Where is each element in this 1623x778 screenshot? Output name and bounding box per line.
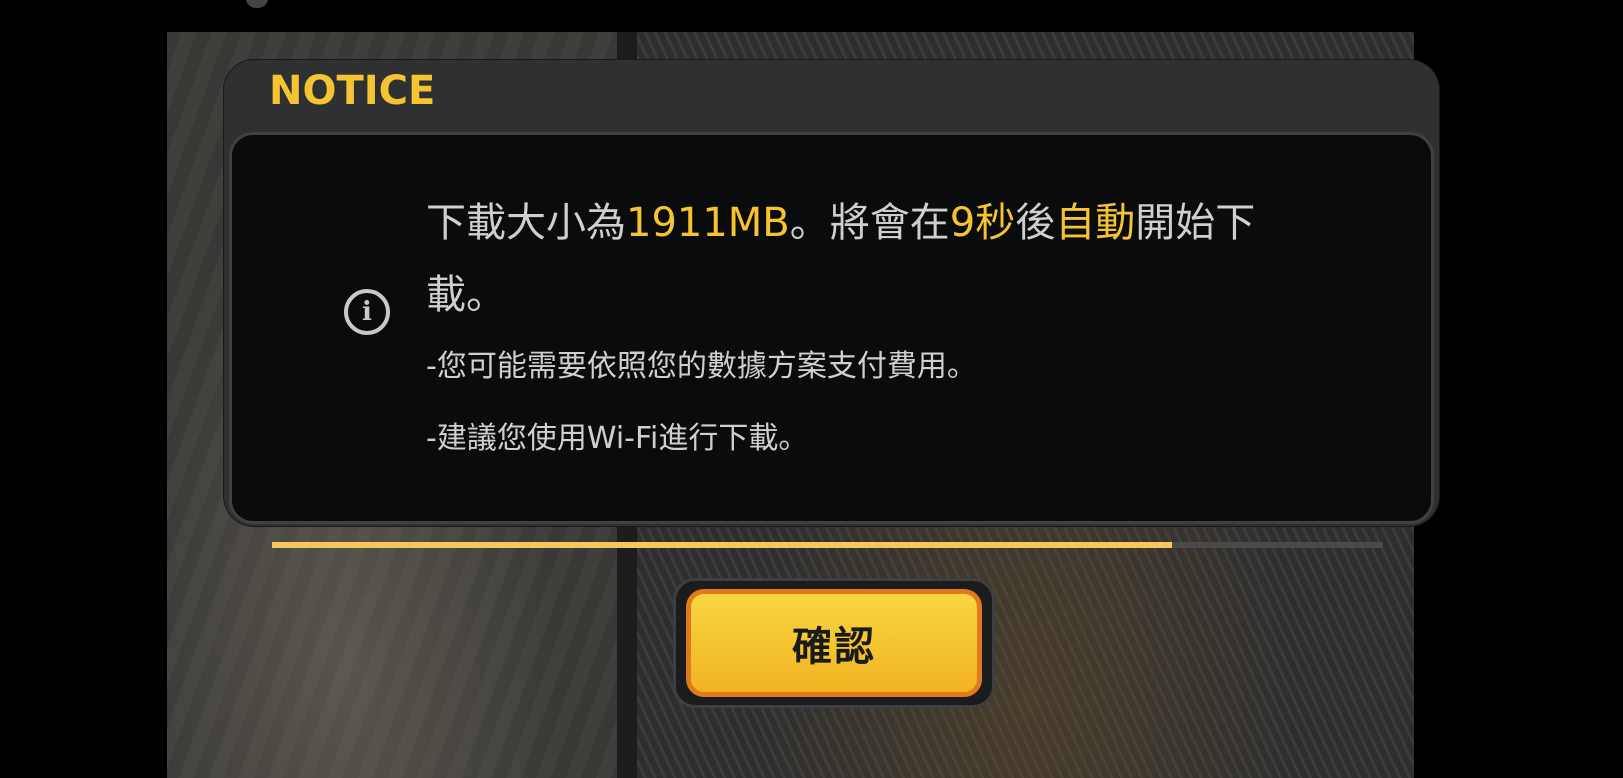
notice-dialog: NOTICE i 下載大小為1911MB。將會在9秒後自動開始下載。 -您可能需… bbox=[224, 60, 1439, 526]
message-text: 後 bbox=[1015, 200, 1056, 246]
auto-keyword: 自動 bbox=[1055, 200, 1136, 246]
download-size: 1911MB bbox=[626, 200, 790, 246]
countdown-progress-fill bbox=[272, 542, 1172, 548]
dialog-body: i 下載大小為1911MB。將會在9秒後自動開始下載。 -您可能需要依照您的數據… bbox=[229, 132, 1434, 524]
dialog-title: NOTICE bbox=[269, 68, 436, 114]
game-screen: NOTICE i 下載大小為1911MB。將會在9秒後自動開始下載。 -您可能需… bbox=[0, 0, 1623, 778]
status-indicator bbox=[246, 0, 268, 8]
info-icon: i bbox=[344, 289, 390, 335]
wifi-note: -建議您使用Wi-Fi進行下載。 bbox=[426, 421, 809, 456]
message-text: 下載大小為 bbox=[426, 200, 626, 246]
countdown-progress-bar bbox=[272, 542, 1383, 548]
confirm-label: 確認 bbox=[792, 624, 876, 670]
message-text: 。將會在 bbox=[789, 200, 950, 246]
data-plan-note: -您可能需要依照您的數據方案支付費用。 bbox=[426, 349, 977, 384]
download-message: 下載大小為1911MB。將會在9秒後自動開始下載。 bbox=[426, 187, 1306, 331]
confirm-button[interactable]: 確認 bbox=[686, 589, 982, 697]
countdown-seconds: 9秒 bbox=[949, 200, 1016, 246]
confirm-button-frame: 確認 bbox=[673, 578, 995, 708]
